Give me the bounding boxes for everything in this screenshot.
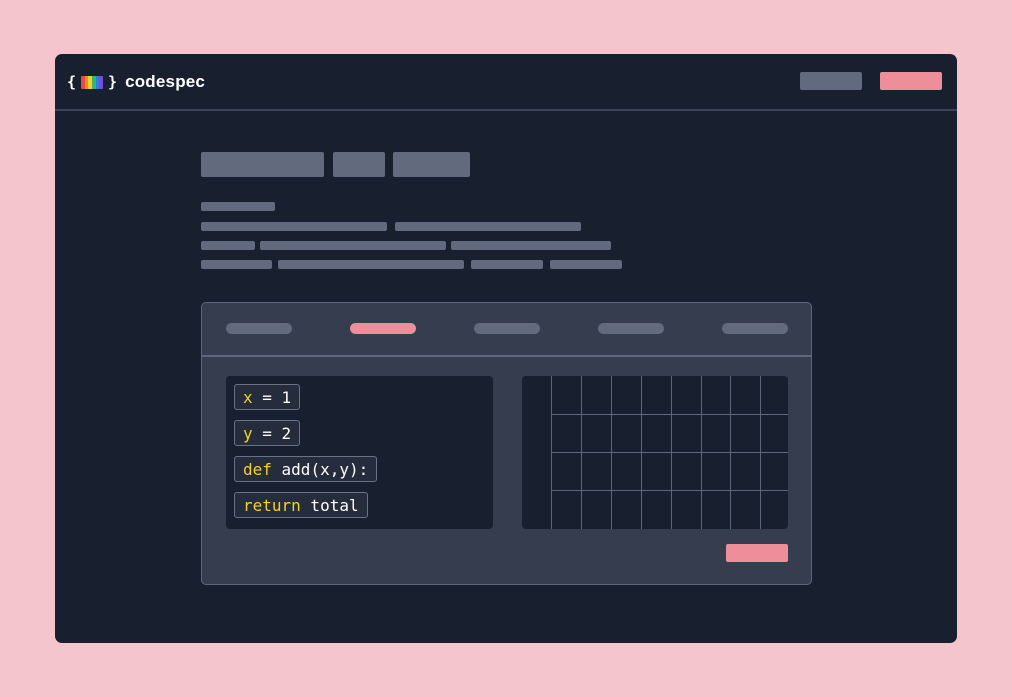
code-keyword: return	[243, 496, 301, 515]
top-bar: { } codespec	[55, 54, 957, 111]
tab-5[interactable]	[722, 323, 788, 334]
text-placeholder	[550, 260, 622, 269]
primary-header-button[interactable]	[880, 72, 942, 90]
code-keyword: def	[243, 460, 272, 479]
code-line[interactable]: def add(x,y):	[234, 456, 378, 482]
text-placeholder	[451, 241, 611, 250]
code-line[interactable]: y = 2	[234, 420, 301, 446]
code-text: total	[300, 496, 359, 515]
brand-name: codespec	[125, 72, 206, 91]
text-placeholder	[278, 260, 464, 269]
output-grid[interactable]	[522, 376, 788, 529]
text-placeholder	[260, 241, 446, 250]
tab-2[interactable]	[350, 323, 416, 334]
logo-close-brace: }	[108, 73, 118, 91]
logo-open-brace: {	[67, 73, 77, 91]
editor-panel: x = 1 y = 2 def add(x,y): return total	[201, 302, 812, 585]
secondary-header-button[interactable]	[800, 72, 862, 90]
code-editor[interactable]: x = 1 y = 2 def add(x,y): return total	[226, 376, 493, 529]
tab-3[interactable]	[474, 323, 540, 334]
text-placeholder	[201, 222, 387, 231]
rainbow-icon	[81, 75, 104, 89]
heading-placeholder	[333, 152, 385, 177]
code-text: add(x,y):	[271, 460, 369, 479]
code-line[interactable]: x = 1	[234, 384, 301, 410]
code-keyword: y	[243, 424, 253, 443]
brand-logo[interactable]: { } codespec	[67, 71, 205, 93]
text-placeholder	[201, 241, 255, 250]
rainbow-stripe	[99, 75, 104, 89]
heading-placeholder	[201, 152, 324, 177]
tab-bar	[202, 303, 811, 357]
code-text: = 2	[252, 424, 292, 443]
grid-lines	[551, 376, 788, 529]
text-placeholder	[201, 260, 272, 269]
tab-1[interactable]	[226, 323, 292, 334]
heading-placeholder	[393, 152, 470, 177]
text-placeholder	[201, 202, 275, 211]
app-window: { } codespec x = 1 y = 2 def add(x,y): r…	[55, 54, 957, 643]
text-placeholder	[471, 260, 543, 269]
tab-4[interactable]	[598, 323, 664, 334]
code-keyword: x	[243, 388, 253, 407]
code-text: = 1	[252, 388, 292, 407]
run-button[interactable]	[726, 544, 788, 562]
text-placeholder	[395, 222, 581, 231]
code-line[interactable]: return total	[234, 492, 368, 518]
